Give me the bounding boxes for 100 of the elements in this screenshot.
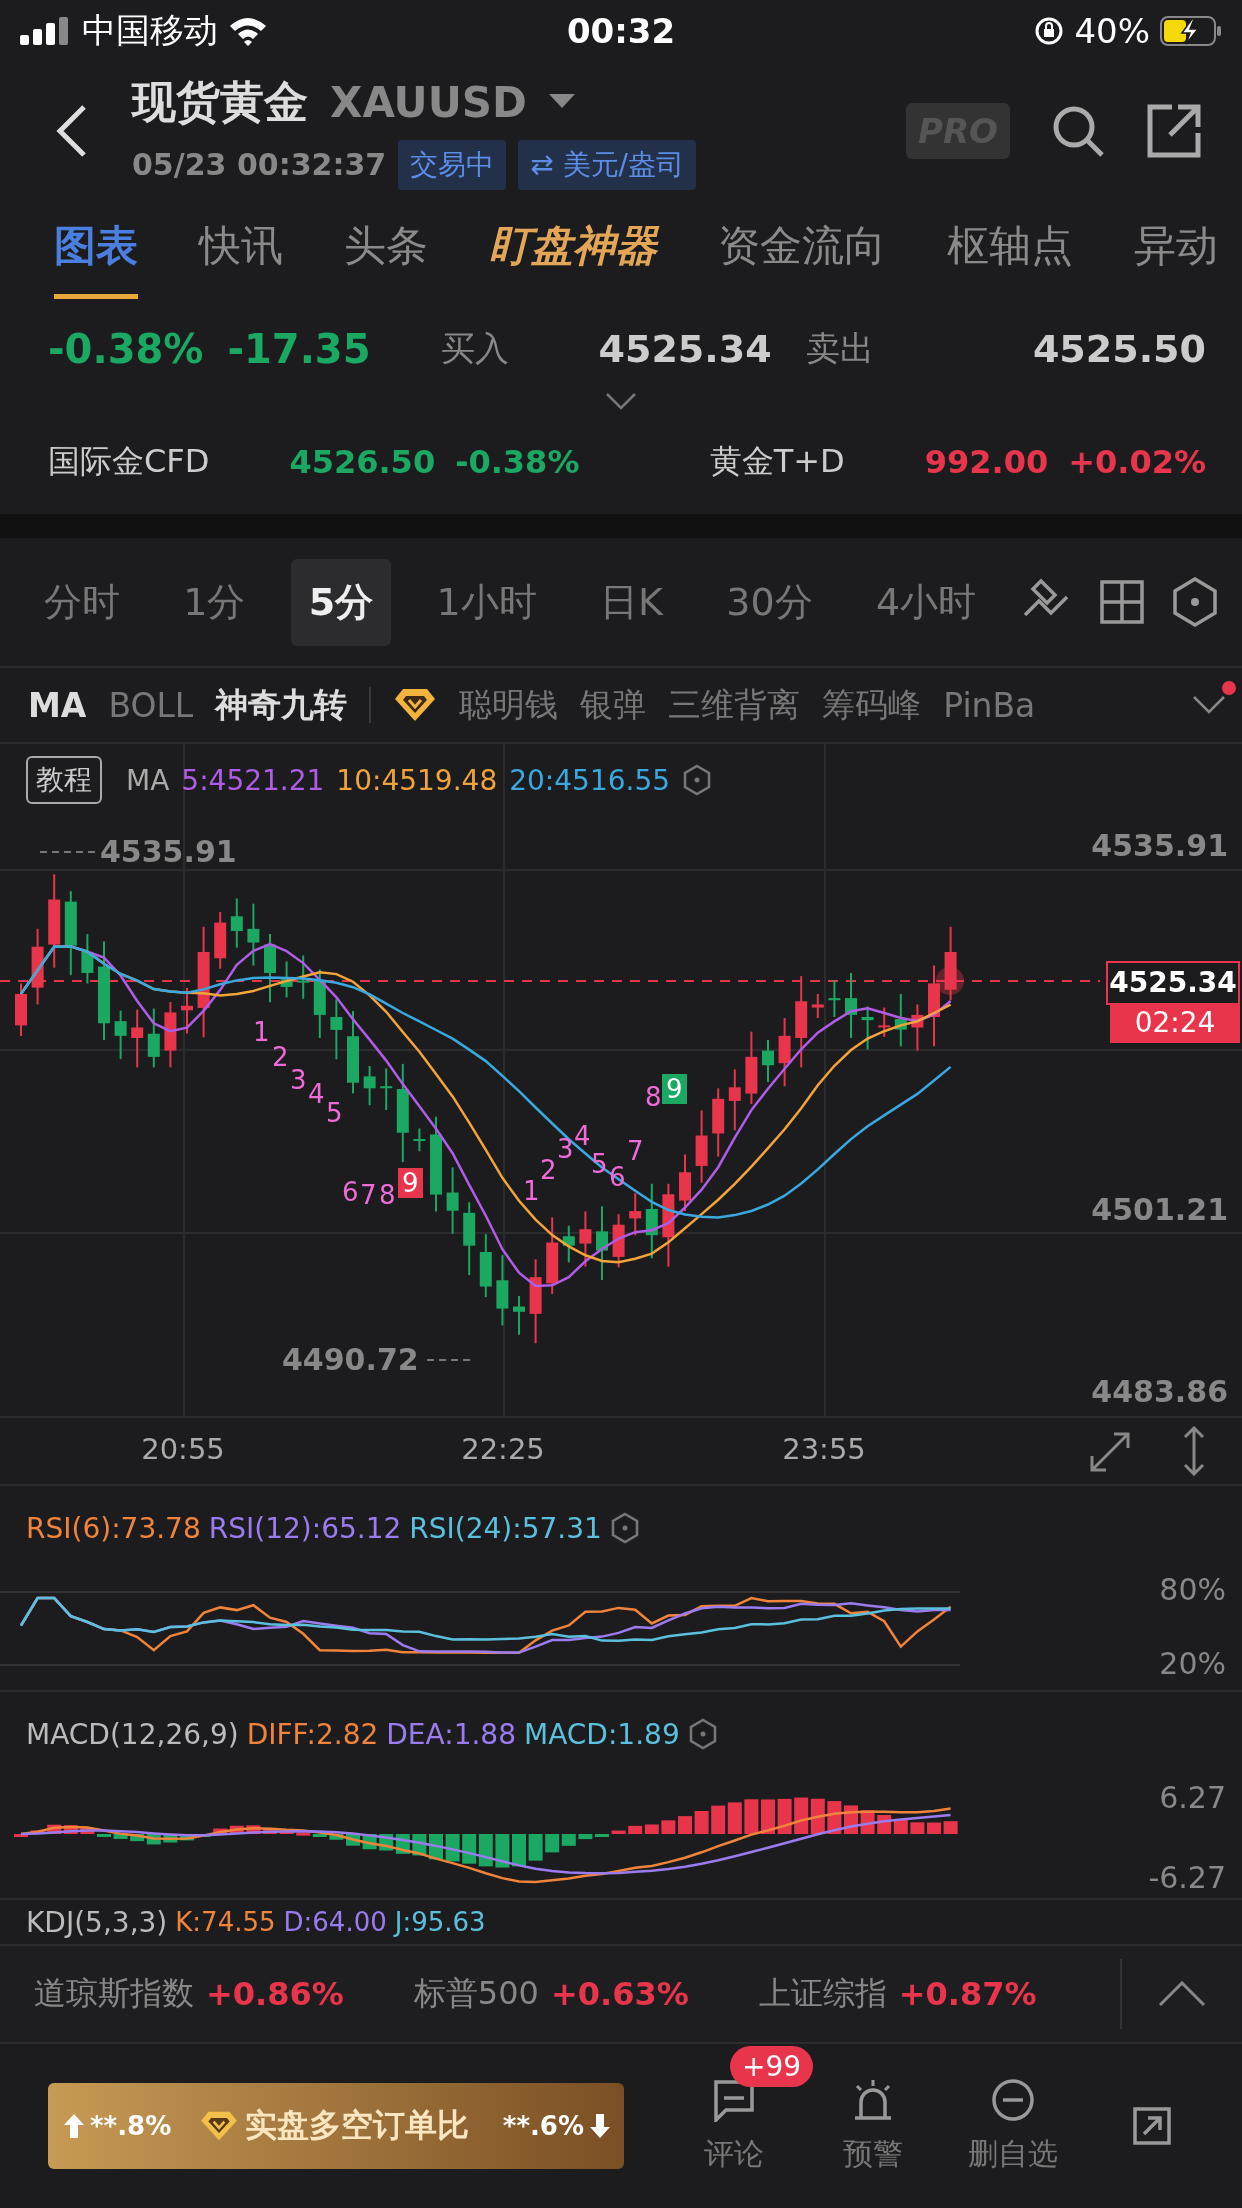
symbol-selector[interactable]: XAUUSD xyxy=(330,77,527,127)
candle xyxy=(612,1213,625,1269)
settings-icon[interactable] xyxy=(1171,577,1218,627)
macd-bar xyxy=(279,1830,294,1834)
ma-value: 20:4516.55 xyxy=(509,763,671,797)
settings-icon[interactable] xyxy=(687,1718,718,1750)
candle xyxy=(147,1007,160,1069)
indicator-tab[interactable]: 神奇九转 xyxy=(215,682,348,728)
comment-icon[interactable] xyxy=(711,2077,756,2122)
macd-bar xyxy=(661,1820,676,1834)
indicator-tab[interactable]: 三维背离 xyxy=(668,682,801,728)
sequence-number: 2 xyxy=(540,1155,557,1185)
indicator-tab[interactable]: MA xyxy=(28,685,87,725)
period-tab[interactable]: 5分 xyxy=(290,558,392,646)
rsi-value: RSI(24):57.31 xyxy=(409,1511,602,1545)
high-price-label: 4535.91 xyxy=(100,834,237,869)
candle xyxy=(297,954,310,1000)
macd-bar xyxy=(761,1799,775,1834)
candle xyxy=(380,1067,393,1111)
macd-bar xyxy=(910,1822,925,1834)
tutorial-button[interactable]: 教程 xyxy=(26,756,102,804)
period-tab[interactable]: 4小时 xyxy=(857,558,995,646)
candle xyxy=(280,960,293,999)
macd-bar xyxy=(810,1798,825,1834)
macd-bar xyxy=(63,1825,78,1834)
period-tab[interactable]: 日K xyxy=(582,558,681,646)
candle xyxy=(712,1087,725,1158)
macd-bar xyxy=(611,1830,626,1834)
section-tab[interactable]: 快讯 xyxy=(199,207,283,299)
indicator-tab[interactable]: 聪明钱 xyxy=(459,682,559,728)
index-change: +0.86% xyxy=(206,1975,344,2013)
index-name: 上证综指 xyxy=(758,1973,887,2014)
action-label[interactable]: 评论 xyxy=(703,2133,764,2175)
macd-bar xyxy=(263,1827,277,1834)
candle xyxy=(264,933,276,1004)
section-tab[interactable]: 异动 xyxy=(1134,207,1218,299)
macd-bar xyxy=(927,1822,941,1834)
settings-icon[interactable] xyxy=(609,1512,640,1544)
period-tab[interactable]: 1分 xyxy=(165,558,264,646)
time-axis-label: 20:55 xyxy=(141,1432,225,1466)
market-price: 992.00 xyxy=(924,443,1049,481)
section-tab[interactable]: 头条 xyxy=(344,207,428,299)
market-change: -0.38% xyxy=(455,443,580,481)
share-icon[interactable] xyxy=(1132,2106,1173,2146)
chevron-up-icon[interactable] xyxy=(1158,1981,1206,2007)
diamond-icon xyxy=(393,687,438,723)
period-tab[interactable]: 30分 xyxy=(708,558,831,646)
candle xyxy=(164,1000,177,1069)
expand-icon[interactable] xyxy=(1088,1430,1132,1474)
carrier-name: 中国移动 xyxy=(82,9,218,52)
quote-datetime: 05/23 00:32:37 xyxy=(132,147,387,182)
candle xyxy=(114,1009,127,1060)
period-tab[interactable]: 分时 xyxy=(26,558,138,646)
macd-bar xyxy=(644,1824,659,1834)
sequence-number: 7 xyxy=(627,1136,644,1166)
rotation-lock-icon xyxy=(1034,16,1065,46)
period-tab[interactable]: 1小时 xyxy=(418,558,555,646)
index-change: +0.87% xyxy=(898,1975,1037,2013)
section-tab[interactable]: 枢轴点 xyxy=(947,207,1073,299)
sequence-number: 3 xyxy=(557,1134,574,1164)
macd-bar xyxy=(628,1825,643,1834)
rsi-axis-label: 80% xyxy=(1159,1572,1226,1607)
sequence-number: 5 xyxy=(326,1098,343,1128)
section-tab[interactable]: 资金流向 xyxy=(718,207,886,299)
ask-price: 4525.50 xyxy=(1032,327,1206,371)
low-price-label: 4490.72 xyxy=(282,1342,419,1377)
sequence-number: 4 xyxy=(574,1121,591,1151)
section-tab[interactable]: 图表 xyxy=(54,207,138,299)
minus-circle-icon[interactable] xyxy=(990,2077,1035,2122)
settings-icon[interactable] xyxy=(682,764,713,796)
indicator-tab[interactable]: BOLL xyxy=(108,685,194,725)
market-name: 黄金T+D xyxy=(709,441,845,482)
indicator-tab[interactable]: PinBa xyxy=(943,685,1036,725)
chevron-down-icon[interactable] xyxy=(605,392,637,410)
unit-toggle[interactable]: ⇄ 美元/盎司 xyxy=(518,139,696,190)
candle xyxy=(513,1295,525,1336)
sequence-number: 8 xyxy=(645,1082,662,1112)
indicator-tab[interactable]: 银弹 xyxy=(580,682,647,728)
caret-icon[interactable] xyxy=(548,94,575,110)
sequence-number: 3 xyxy=(290,1065,307,1095)
last-price-glow xyxy=(936,967,964,995)
arrow-up-icon xyxy=(64,2114,84,2138)
chevron-down-icon[interactable] xyxy=(1192,695,1226,715)
macd-bar xyxy=(694,1811,709,1834)
arrow-down-icon xyxy=(590,2114,610,2138)
macd-bar xyxy=(727,1802,742,1834)
action-label[interactable]: 预警 xyxy=(843,2133,904,2175)
vertical-expand-icon[interactable] xyxy=(1182,1426,1206,1476)
index-name: 道琼斯指数 xyxy=(34,1973,194,2014)
back-icon[interactable] xyxy=(54,103,88,159)
time-axis-label: 22:25 xyxy=(461,1432,545,1466)
indicator-tab[interactable]: 筹码峰 xyxy=(822,682,922,728)
long-short-ratio-banner[interactable]: **.8% 实盘多空订单比 **.6% xyxy=(48,2083,624,2169)
candle xyxy=(911,1003,924,1052)
sequence-number: 9 xyxy=(398,1168,423,1198)
candle xyxy=(828,979,841,1018)
share-icon[interactable] xyxy=(1146,103,1202,159)
action-label[interactable]: 删自选 xyxy=(967,2133,1058,2175)
price-axis-label: 4535.91 xyxy=(1091,828,1228,863)
grid-icon[interactable] xyxy=(1098,579,1145,625)
